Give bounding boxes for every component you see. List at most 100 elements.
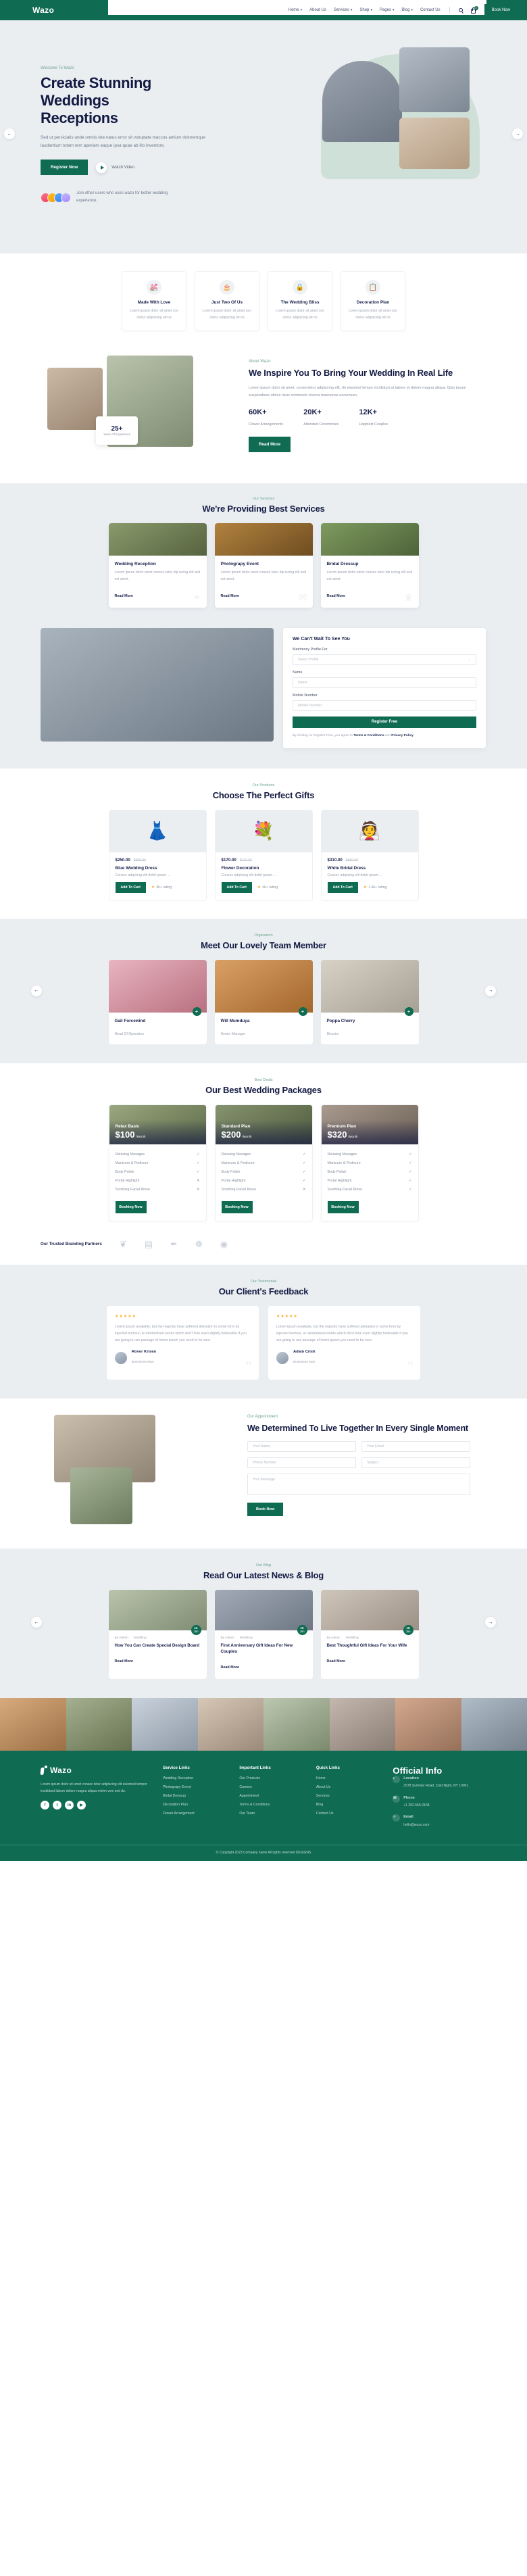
contact-message-textarea[interactable]: Your Message (247, 1473, 470, 1495)
footer-link[interactable]: Wedding Reception (163, 1776, 228, 1780)
feature-card[interactable]: 📋 Decoration Plan Lorem ipsum dolor sit … (341, 271, 405, 332)
profile-select[interactable]: Select Profile ⌄ (293, 654, 476, 665)
product-card[interactable]: 👗 $250.00 $350.00 Blue Wedding Dress Cons… (108, 809, 207, 901)
booking-now-button[interactable]: Booking Now (221, 1200, 253, 1213)
blog-card[interactable]: 15 Jan By Admin Wedding First Anniversary … (214, 1590, 313, 1679)
blog-card[interactable]: 12 Jan By Admin Wedding How You Can Create… (108, 1590, 207, 1679)
contact-subject-input[interactable]: Subject (361, 1457, 470, 1468)
blog-read-more-link[interactable]: Read More (221, 1666, 240, 1670)
booking-now-button[interactable]: Booking Now (115, 1200, 147, 1213)
pricing-card[interactable]: Premium Plan $320/Month Relaxing Masages… (320, 1104, 419, 1221)
nav-item-shop[interactable]: Shop ▾ (359, 8, 372, 12)
email-value[interactable]: hello@wazo.com (403, 1822, 429, 1828)
footer-link[interactable]: Appointment (239, 1794, 305, 1798)
add-to-cart-button[interactable]: Add To Cart (221, 881, 252, 893)
linkedin-icon[interactable]: in (65, 1801, 74, 1809)
nav-item-contact-us[interactable]: Contact Us (420, 8, 441, 12)
product-card[interactable]: 👰 $310.00 $350.00 White Bridal Dress Cons… (320, 809, 419, 901)
nav-item-services[interactable]: Services ▾ (334, 8, 353, 12)
gallery-image[interactable] (197, 1698, 264, 1751)
feature-card[interactable]: 🔒 The Wedding Bliss Lorem ipsum dolor si… (268, 271, 332, 332)
gallery-image[interactable] (132, 1698, 198, 1751)
contact-phone-input[interactable]: Phone Number (247, 1457, 356, 1468)
appointment-form[interactable]: Our Appointment We Determined To Live To… (247, 1415, 470, 1530)
watch-video-button[interactable]: Watch Video (96, 162, 134, 173)
plus-icon[interactable]: + (298, 1006, 307, 1016)
contact-name-input[interactable]: Your Name (247, 1440, 356, 1452)
nav-item-home[interactable]: Home ▾ (288, 8, 303, 12)
feature-card[interactable]: 💒 Made With Love Lorem ipsum dolor sit a… (122, 271, 186, 332)
contact-book-now-button[interactable]: Book Now (247, 1502, 284, 1516)
privacy-link[interactable]: Privacy Policy (391, 734, 413, 737)
blog-card[interactable]: 18 Jan By Admin Wedding Best Thoughtful Gi… (320, 1590, 419, 1679)
footer-link[interactable]: Contact Us (316, 1812, 382, 1816)
footer-link[interactable]: Careers (239, 1785, 305, 1789)
add-to-cart-button[interactable]: Add To Cart (327, 881, 358, 893)
facebook-icon[interactable]: f (41, 1801, 49, 1809)
pricing-card[interactable]: Relax Basic $100/Month Relaxing Masages ✓… (108, 1104, 207, 1221)
mobile-input[interactable]: Mobile Number (293, 700, 476, 711)
service-card[interactable]: Photograpy Event Lorem ipsum dolor amet … (214, 523, 313, 608)
book-now-button[interactable]: Book Now (484, 4, 518, 16)
footer-link[interactable]: Decoration Plan (163, 1803, 228, 1807)
team-next-arrow[interactable]: → (485, 985, 496, 996)
footer-link[interactable]: Terms & Conditions (239, 1803, 305, 1807)
blog-read-more-link[interactable]: Read More (327, 1659, 346, 1663)
main-navigation[interactable]: Home ▾ About Us Services ▾ Shop ▾ Pages ▾ Bl… (288, 5, 478, 14)
nav-item-blog[interactable]: Blog ▾ (401, 8, 413, 12)
team-prev-arrow[interactable]: ← (31, 985, 42, 996)
register-free-button[interactable]: Register Free (293, 716, 476, 728)
service-card[interactable]: Wedding Reception Lorem ipsum dolor amet… (108, 523, 207, 608)
footer-link[interactable]: Bridal Dressup (163, 1794, 228, 1798)
hero-prev-arrow[interactable]: ← (4, 128, 15, 139)
about-read-more-button[interactable]: Read More (249, 436, 291, 452)
service-card[interactable]: Bridal Dressup Lorem ipsum dolor amet co… (320, 523, 419, 608)
youtube-icon[interactable]: ▶ (77, 1801, 86, 1809)
gallery-image[interactable] (395, 1698, 461, 1751)
phone-value[interactable]: +1 202-555-0168 (403, 1803, 429, 1809)
footer-link[interactable]: Our Products (239, 1776, 305, 1780)
footer-link[interactable]: Home (316, 1776, 382, 1780)
twitter-icon[interactable]: t (53, 1801, 61, 1809)
blog-read-more-link[interactable]: Read More (115, 1659, 134, 1663)
name-input[interactable]: Name (293, 677, 476, 688)
terms-link[interactable]: Terms & Conditions (353, 734, 384, 737)
footer-link[interactable]: Services (316, 1794, 382, 1798)
cart-icon[interactable]: 0 (470, 5, 478, 14)
plus-icon[interactable]: + (192, 1006, 201, 1016)
footer-link[interactable]: Flower Arrangement (163, 1812, 228, 1816)
footer-link[interactable]: Our Team (239, 1812, 305, 1816)
contact-email-input[interactable]: Your Email (361, 1440, 470, 1452)
team-card[interactable]: + Will Mumduya Senior Manager (214, 959, 313, 1044)
service-read-more-link[interactable]: Read More (221, 594, 240, 598)
blog-prev-arrow[interactable]: ← (31, 1617, 42, 1628)
footer-link[interactable]: Blog (316, 1803, 382, 1807)
footer-link[interactable]: About Us (316, 1785, 382, 1789)
blog-next-arrow[interactable]: → (485, 1617, 496, 1628)
social-links[interactable]: f t in ▶ (41, 1801, 152, 1809)
footer-logo[interactable]: Wazo (41, 1766, 152, 1775)
site-logo[interactable]: Wazo (23, 5, 54, 15)
team-card[interactable]: + Poppa Cherry Director (320, 959, 419, 1044)
gallery-image[interactable] (264, 1698, 330, 1751)
feature-card[interactable]: 🎂 Just Two Of Us Lorem ipsum dolor sit a… (195, 271, 259, 332)
booking-form[interactable]: We Can't Wait To See You Matrimony Profi… (283, 627, 486, 748)
plus-icon[interactable]: + (404, 1006, 413, 1016)
gallery-image[interactable] (0, 1698, 66, 1751)
pricing-card[interactable]: Standard Plan $200/Month Relaxing Masage… (214, 1104, 313, 1221)
register-now-button[interactable]: Register Now (41, 160, 89, 176)
nav-item-about-us[interactable]: About Us (309, 8, 326, 12)
product-card[interactable]: 💐 $170.00 $210.00 Flower Decoration Conse… (214, 809, 313, 901)
team-card[interactable]: + Gail Forcewind Head Of Operation (108, 959, 207, 1044)
nav-item-pages[interactable]: Pages ▾ (380, 8, 395, 12)
add-to-cart-button[interactable]: Add To Cart (115, 881, 146, 893)
hero-next-arrow[interactable]: → (512, 128, 523, 139)
search-icon[interactable] (458, 7, 465, 14)
gallery-image[interactable] (329, 1698, 395, 1751)
booking-now-button[interactable]: Booking Now (327, 1200, 359, 1213)
gallery-image[interactable] (461, 1698, 527, 1751)
service-read-more-link[interactable]: Read More (327, 594, 346, 598)
service-read-more-link[interactable]: Read More (115, 594, 134, 598)
gallery-image[interactable] (66, 1698, 132, 1751)
footer-link[interactable]: Photograpy Event (163, 1785, 228, 1789)
